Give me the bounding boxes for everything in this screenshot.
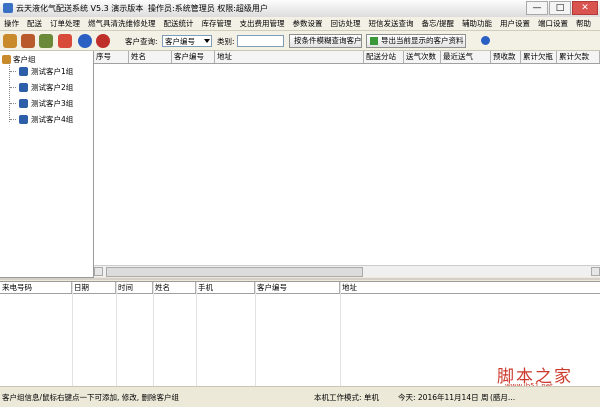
tree-item-group3[interactable]: 测试客户3组 (10, 98, 73, 109)
scroll-right-button[interactable] (591, 267, 600, 276)
col-mobile[interactable]: 手机 (196, 282, 255, 293)
customer-grid-header: 序号 姓名 客户编号 地址 配送分站 送气次数 最近送气 预收款 累计欠瓶 累计… (94, 51, 600, 64)
customer-icon (19, 115, 28, 124)
window-title: 云天液化气配送系统 V5.3 演示版本 (16, 4, 144, 13)
menu-delivery[interactable]: 配送 (23, 17, 46, 30)
menu-port-settings[interactable]: 端口设置 (534, 17, 572, 30)
exit-icon[interactable] (96, 34, 110, 48)
tree-item-group2[interactable]: 测试客户2组 (10, 82, 73, 93)
tree-root-label: 客户组 (13, 55, 36, 64)
scroll-left-button[interactable] (94, 267, 103, 276)
customer-grid[interactable]: 序号 姓名 客户编号 地址 配送分站 送气次数 最近送气 预收款 累计欠瓶 累计… (94, 51, 600, 277)
col-caller-number[interactable]: 来电号码 (0, 282, 72, 293)
col-last-delivery[interactable]: 最近送气 (441, 51, 491, 63)
menu-tools[interactable]: 辅助功能 (458, 17, 496, 30)
col-prepaid[interactable]: 预收款 (491, 51, 521, 63)
col-owed-bottles[interactable]: 累计欠瓶 (521, 51, 557, 63)
tree-item-label: 测试客户3组 (31, 99, 74, 108)
col-station[interactable]: 配送分站 (364, 51, 404, 63)
status-extra: (腊月... (490, 393, 516, 402)
col-name[interactable]: 姓名 (129, 51, 172, 63)
customer-icon (19, 83, 28, 92)
menu-operate[interactable]: 操作 (0, 17, 23, 30)
calendar-icon[interactable] (58, 34, 72, 48)
menu-followup[interactable]: 回访处理 (327, 17, 365, 30)
info-icon[interactable] (481, 36, 490, 45)
menu-orders[interactable]: 订单处理 (46, 17, 84, 30)
col-address[interactable]: 地址 (215, 51, 364, 63)
customer-group-icon[interactable] (3, 34, 17, 48)
search-label: 客户查询: (125, 37, 158, 46)
category-input[interactable] (237, 35, 284, 47)
category-label: 类别: (217, 37, 235, 46)
toolbar: 客户查询: 客户编号 类别: 按条件模糊查询客户 导出当前显示的客户资料 (0, 31, 600, 51)
title-bar: 云天液化气配送系统 V5.3 演示版本 操作员:系统管理员 权限:超级用户 — … (0, 0, 600, 18)
scrollbar-thumb[interactable] (106, 267, 363, 277)
customer-icon (19, 67, 28, 76)
help-icon[interactable] (78, 34, 92, 48)
fuzzy-search-button[interactable]: 按条件模糊查询客户 (289, 34, 362, 48)
settings-icon[interactable] (39, 34, 53, 48)
col-caller-name[interactable]: 姓名 (153, 282, 196, 293)
menu-parameters[interactable]: 参数设置 (289, 17, 327, 30)
menu-delivery-stats[interactable]: 配送统计 (160, 17, 198, 30)
column-divider (340, 282, 341, 386)
column-divider (153, 282, 154, 386)
users-icon[interactable] (21, 34, 35, 48)
menu-help[interactable]: 帮助 (572, 17, 595, 30)
column-divider (196, 282, 197, 386)
col-date[interactable]: 日期 (72, 282, 116, 293)
status-date: 今天: 2016年11月14日 周 (398, 393, 489, 402)
tree-item-group1[interactable]: 测试客户1组 (10, 66, 73, 77)
col-call-customer-id[interactable]: 客户编号 (255, 282, 340, 293)
col-delivery-count[interactable]: 送气次数 (404, 51, 441, 63)
close-button[interactable]: ✕ (572, 1, 598, 15)
export-button-label: 导出当前显示的客户资料 (381, 36, 464, 45)
menu-sms[interactable]: 短信发送查询 (365, 17, 418, 30)
col-index[interactable]: 序号 (94, 51, 129, 63)
search-field-value: 客户编号 (165, 37, 195, 46)
tree-root[interactable]: 客户组 (2, 54, 36, 65)
customer-icon (19, 99, 28, 108)
customer-group-tree: 客户组 测试客户1组 测试客户2组 测试客户3组 测试客户4组 (0, 51, 94, 278)
horizontal-scrollbar[interactable] (94, 265, 600, 277)
menu-appliance-repair[interactable]: 燃气具清洗维修处理 (84, 17, 160, 30)
status-hint: 客户组信息/鼠标右键点一下可添加, 修改, 删除客户组 (2, 393, 180, 402)
col-owed-amount[interactable]: 累计欠款 (557, 51, 600, 63)
splitter[interactable] (0, 278, 600, 280)
menu-memo[interactable]: 备忘/提醒 (418, 17, 459, 30)
menu-user-settings[interactable]: 用户设置 (496, 17, 534, 30)
menu-bar: 操作 配送 订单处理 燃气具清洗维修处理 配送统计 库存管理 支出费用管理 参数… (0, 17, 600, 31)
tree-item-label: 测试客户1组 (31, 67, 74, 76)
col-call-address[interactable]: 地址 (340, 282, 600, 293)
column-divider (116, 282, 117, 386)
chevron-down-icon (204, 39, 210, 43)
maximize-button[interactable]: □ (549, 1, 571, 15)
status-mode: 本机工作模式: 单机 (314, 393, 379, 402)
col-customer-id[interactable]: 客户编号 (172, 51, 215, 63)
menu-inventory[interactable]: 库存管理 (198, 17, 236, 30)
menu-expenses[interactable]: 支出费用管理 (236, 17, 289, 30)
tree-item-group4[interactable]: 测试客户4组 (10, 114, 73, 125)
column-divider (72, 282, 73, 386)
tree-item-label: 测试客户2组 (31, 83, 74, 92)
app-icon (3, 3, 13, 13)
operator-info: 操作员:系统管理员 权限:超级用户 (148, 4, 268, 13)
search-field-select[interactable]: 客户编号 (162, 35, 212, 47)
header-divider (0, 293, 600, 294)
export-icon (370, 37, 378, 45)
status-bar: 客户组信息/鼠标右键点一下可添加, 修改, 删除客户组 本机工作模式: 单机 今… (0, 386, 600, 407)
column-divider (255, 282, 256, 386)
minimize-button[interactable]: — (526, 1, 548, 15)
col-time[interactable]: 时间 (116, 282, 153, 293)
export-button[interactable]: 导出当前显示的客户资料 (366, 34, 466, 48)
tree-item-label: 测试客户4组 (31, 115, 74, 124)
